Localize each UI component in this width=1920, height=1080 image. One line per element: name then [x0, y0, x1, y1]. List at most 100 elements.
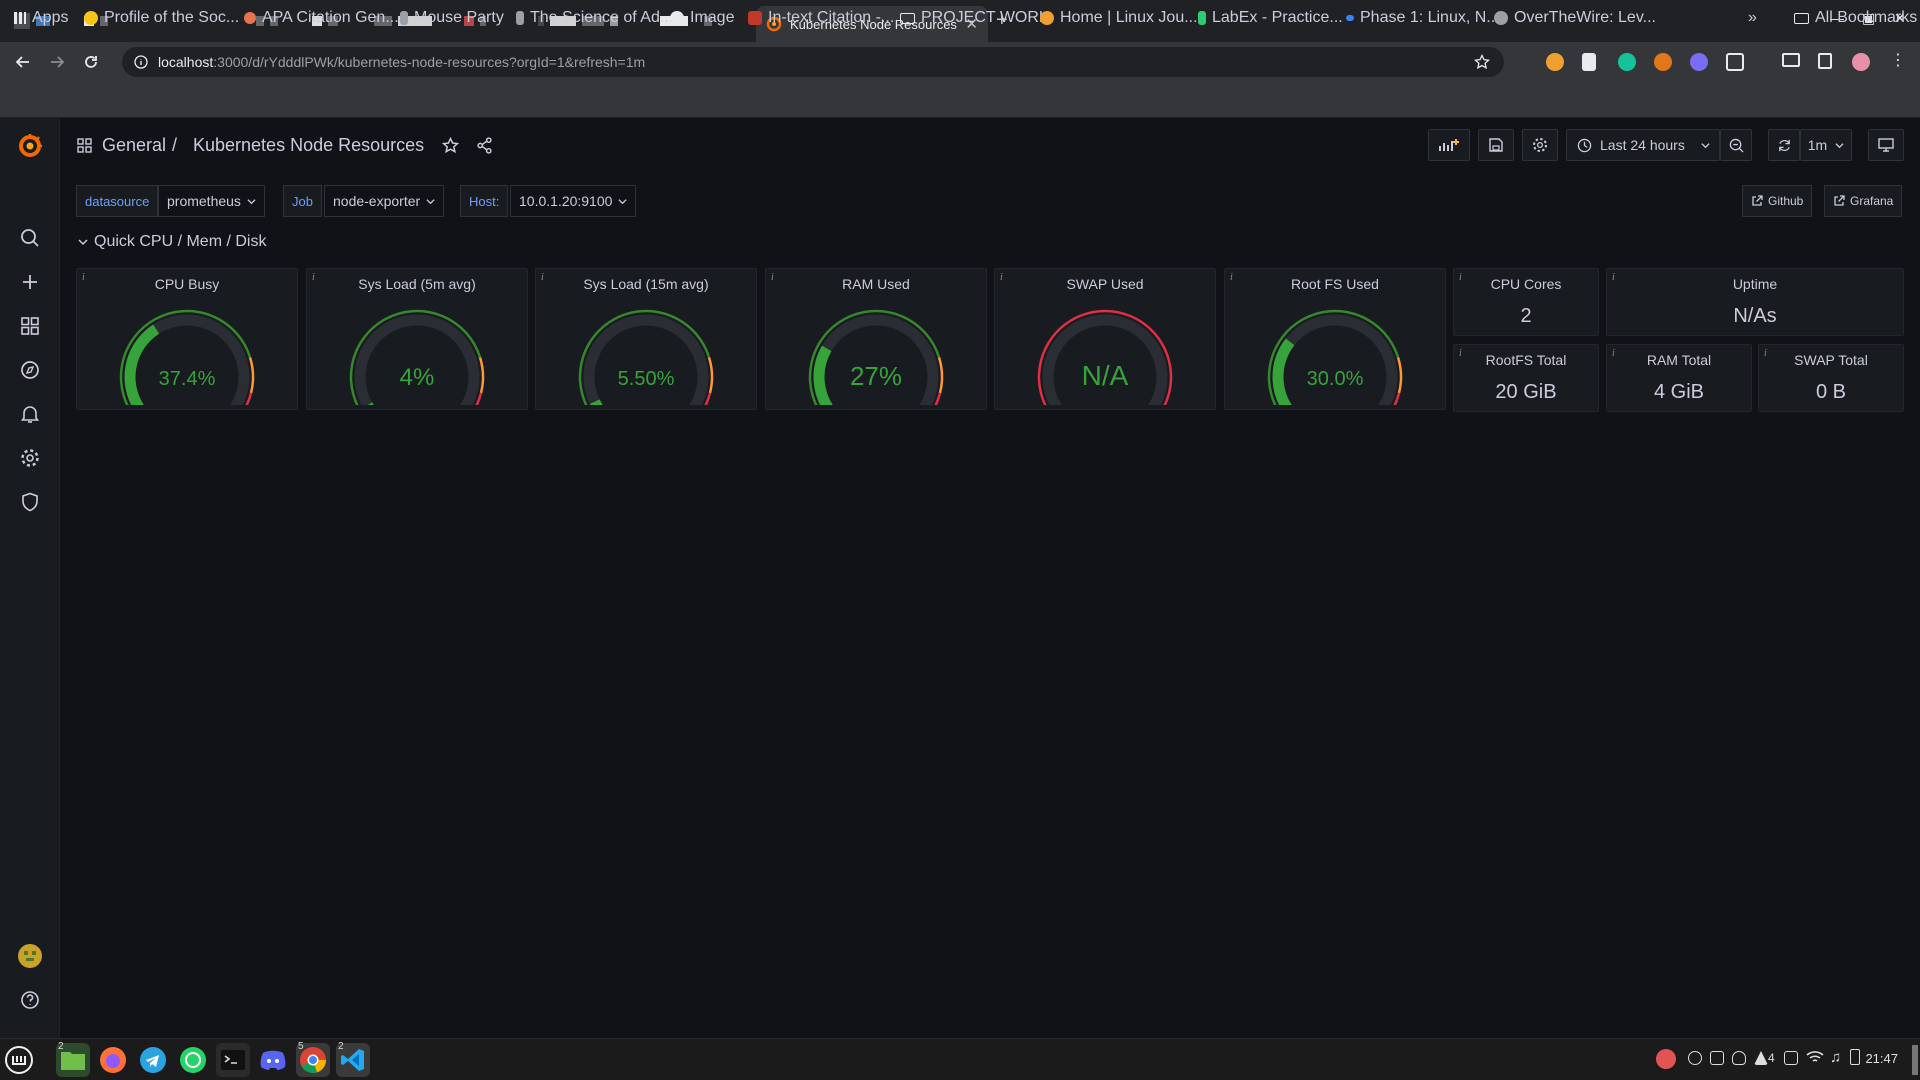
terminal-icon[interactable] — [216, 1043, 250, 1077]
bookmark-item[interactable]: OverTheWire: Lev... — [1494, 8, 1656, 28]
add-panel-button[interactable] — [1428, 129, 1470, 161]
panel-ram-total[interactable]: i RAM Total 4 GiB — [1606, 344, 1752, 412]
bookmark-item[interactable]: Profile of the Soc... — [84, 8, 239, 28]
variable-select-job[interactable]: node-exporter — [324, 185, 445, 217]
sound-icon[interactable]: ♫ — [1830, 1049, 1841, 1066]
display-icon[interactable] — [1784, 1051, 1798, 1065]
refresh-button[interactable] — [1768, 129, 1800, 161]
bookmark-item[interactable]: In-text Citation -... — [748, 8, 894, 28]
panel-title: CPU Cores — [1490, 276, 1562, 292]
stat-value: N/As — [1733, 305, 1777, 327]
grammarly-icon[interactable] — [1618, 53, 1636, 71]
panel-rootfs-total[interactable]: i RootFS Total 20 GiB — [1453, 344, 1599, 412]
bookmark-item[interactable]: Home | Linux Jou... — [1040, 8, 1198, 28]
share-icon[interactable] — [476, 137, 493, 154]
panel-uptime[interactable]: i Uptime N/As — [1606, 268, 1904, 336]
create-plus-icon[interactable] — [18, 270, 42, 294]
gauge-track — [1272, 314, 1398, 405]
gauge-value-text: 5.50% — [618, 368, 675, 390]
tray-clock-app-icon[interactable] — [1656, 1049, 1676, 1069]
panel-swap-total[interactable]: i SWAP Total 0 B — [1758, 344, 1904, 412]
firefox-icon[interactable] — [96, 1043, 130, 1077]
media-control-icon[interactable] — [1782, 53, 1800, 67]
side-panel-icon[interactable] — [1818, 53, 1832, 69]
breadcrumb-folder[interactable]: General — [102, 135, 166, 156]
whatsapp-icon[interactable] — [176, 1043, 210, 1077]
bookmark-item[interactable]: LabEx - Practice... — [1198, 8, 1343, 28]
bookmark-item[interactable]: Mouse Party — [400, 8, 504, 28]
zoom-out-button[interactable] — [1720, 129, 1752, 161]
panel-title: RootFS Total — [1485, 352, 1567, 368]
telegram-icon[interactable] — [136, 1043, 170, 1077]
more-bookmarks-button[interactable]: » — [1748, 8, 1757, 28]
taskbar-clock[interactable]: 21:47 — [1865, 1051, 1898, 1066]
reload-icon[interactable] — [76, 47, 106, 77]
panel-sys-load-15m[interactable]: i Sys Load (15m avg) 5.50% — [535, 268, 757, 410]
bookmark-item[interactable]: Phase 1: Linux, N... — [1346, 8, 1500, 28]
search-icon[interactable] — [18, 226, 42, 250]
grafana-logo-icon[interactable] — [16, 132, 44, 160]
help-icon[interactable] — [18, 988, 42, 1012]
wifi-icon[interactable] — [1806, 1049, 1824, 1065]
extension-icon[interactable] — [1546, 53, 1564, 71]
panel-root-fs-used[interactable]: i Root FS Used 30.0% — [1224, 268, 1446, 410]
panel-cpu-cores[interactable]: i CPU Cores 2 — [1453, 268, 1599, 336]
extension-icon[interactable] — [1690, 53, 1708, 71]
mint-menu-icon[interactable] — [2, 1043, 36, 1077]
gauge-track — [583, 314, 709, 405]
extension-icon[interactable] — [1582, 53, 1596, 71]
panel-sys-load-5m[interactable]: i Sys Load (5m avg) 4% — [306, 268, 528, 410]
bookmark-item[interactable]: The Science of Ad... — [516, 8, 673, 28]
dashboards-icon[interactable] — [18, 314, 42, 338]
row-title: Quick CPU / Mem / Disk — [94, 233, 267, 250]
bookmark-apps[interactable]: Apps — [14, 8, 68, 28]
alerting-bell-icon[interactable] — [18, 402, 42, 426]
github-link-button[interactable]: Github — [1742, 185, 1813, 217]
shield-tray-icon[interactable] — [1732, 1051, 1746, 1065]
bookmark-item[interactable]: APA Citation Gen... — [244, 8, 399, 28]
chevron-down-icon — [1835, 142, 1844, 148]
clipboard-icon[interactable] — [1710, 1051, 1724, 1065]
variable-select-datasource[interactable]: prometheus — [158, 185, 265, 217]
bookmark-item[interactable]: PROJECT WORK — [900, 8, 1050, 28]
server-admin-shield-icon[interactable] — [18, 490, 42, 514]
metamask-icon[interactable] — [1654, 53, 1672, 71]
all-bookmarks-button[interactable]: All Bookmarks — [1794, 8, 1917, 28]
panel-swap-used[interactable]: i SWAP Used N/A — [994, 268, 1216, 410]
user-avatar[interactable] — [18, 944, 42, 968]
chrome-icon[interactable]: 5 — [296, 1041, 330, 1077]
site-info-icon[interactable] — [134, 55, 148, 69]
bookmark-star-icon[interactable] — [1474, 54, 1490, 70]
row-header[interactable]: Quick CPU / Mem / Disk — [78, 233, 266, 251]
variable-select-host[interactable]: 10.0.1.20:9100 — [510, 185, 637, 217]
bookmark-item[interactable]: Image — [670, 8, 734, 28]
extensions-puzzle-icon[interactable] — [1726, 53, 1744, 71]
battery-icon[interactable] — [1850, 1049, 1860, 1065]
notification-icon[interactable] — [1754, 1051, 1768, 1065]
discord-icon[interactable] — [256, 1043, 290, 1077]
tv-mode-button[interactable] — [1868, 129, 1904, 161]
bluetooth-icon[interactable] — [1688, 1051, 1702, 1065]
favorite-star-icon[interactable] — [442, 137, 459, 154]
forward-icon[interactable] — [42, 47, 72, 77]
time-picker[interactable]: Last 24 hours — [1566, 129, 1720, 161]
address-bar[interactable]: localhost:3000/d/rYdddlPWk/kubernetes-no… — [122, 47, 1504, 77]
browser-menu-icon[interactable]: ⋮ — [1890, 50, 1906, 69]
globe-icon — [670, 11, 684, 25]
vscode-icon[interactable]: 2 — [336, 1041, 370, 1077]
back-icon[interactable] — [8, 47, 38, 77]
chevron-down-icon — [247, 198, 256, 204]
files-app-icon[interactable]: 2 — [56, 1041, 90, 1077]
save-dashboard-button[interactable] — [1478, 129, 1514, 161]
explore-compass-icon[interactable] — [18, 358, 42, 382]
panel-cpu-busy[interactable]: i CPU Busy 37.4% — [76, 268, 298, 410]
panel-ram-used[interactable]: i RAM Used 27% — [765, 268, 987, 410]
page-title[interactable]: Kubernetes Node Resources — [193, 135, 424, 156]
configuration-gear-icon[interactable] — [18, 446, 42, 470]
grafana-link-button[interactable]: Grafana — [1824, 185, 1903, 217]
profile-avatar[interactable] — [1852, 53, 1870, 71]
show-desktop-button[interactable] — [1912, 1045, 1918, 1075]
gauge-value-arc — [1272, 338, 1295, 405]
refresh-interval-picker[interactable]: 1m — [1800, 129, 1852, 161]
dashboard-settings-button[interactable] — [1522, 129, 1558, 161]
